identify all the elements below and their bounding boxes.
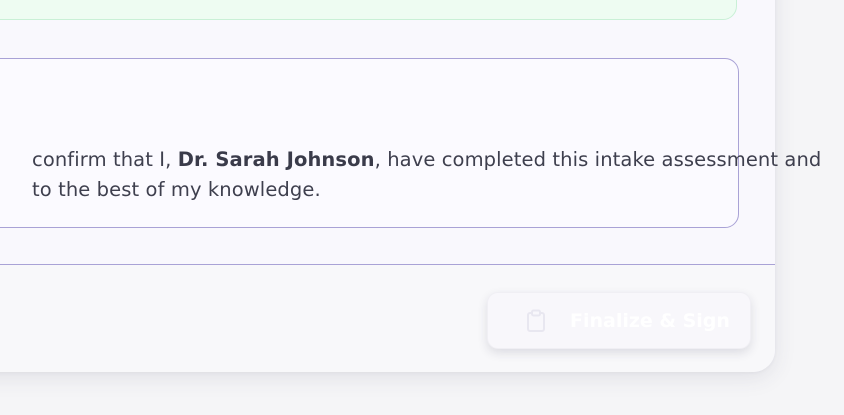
attestation-suffix: , have completed this intake assessment … [374, 148, 822, 171]
finalize-sign-label: Finalize & Sign [570, 309, 730, 332]
success-notice [0, 0, 737, 20]
finalize-sign-button[interactable]: Finalize & Sign [487, 292, 751, 349]
attestation-prefix: confirm that I, [32, 148, 178, 171]
attestation-line-2: to the best of my knowledge. [32, 178, 321, 201]
clipboard-icon [524, 309, 548, 333]
attestation-line-1: confirm that I, Dr. Sarah Johnson, have … [32, 145, 821, 175]
attestation-text: confirm that I, Dr. Sarah Johnson, have … [32, 145, 821, 205]
doctor-name: Dr. Sarah Johnson [177, 148, 375, 171]
